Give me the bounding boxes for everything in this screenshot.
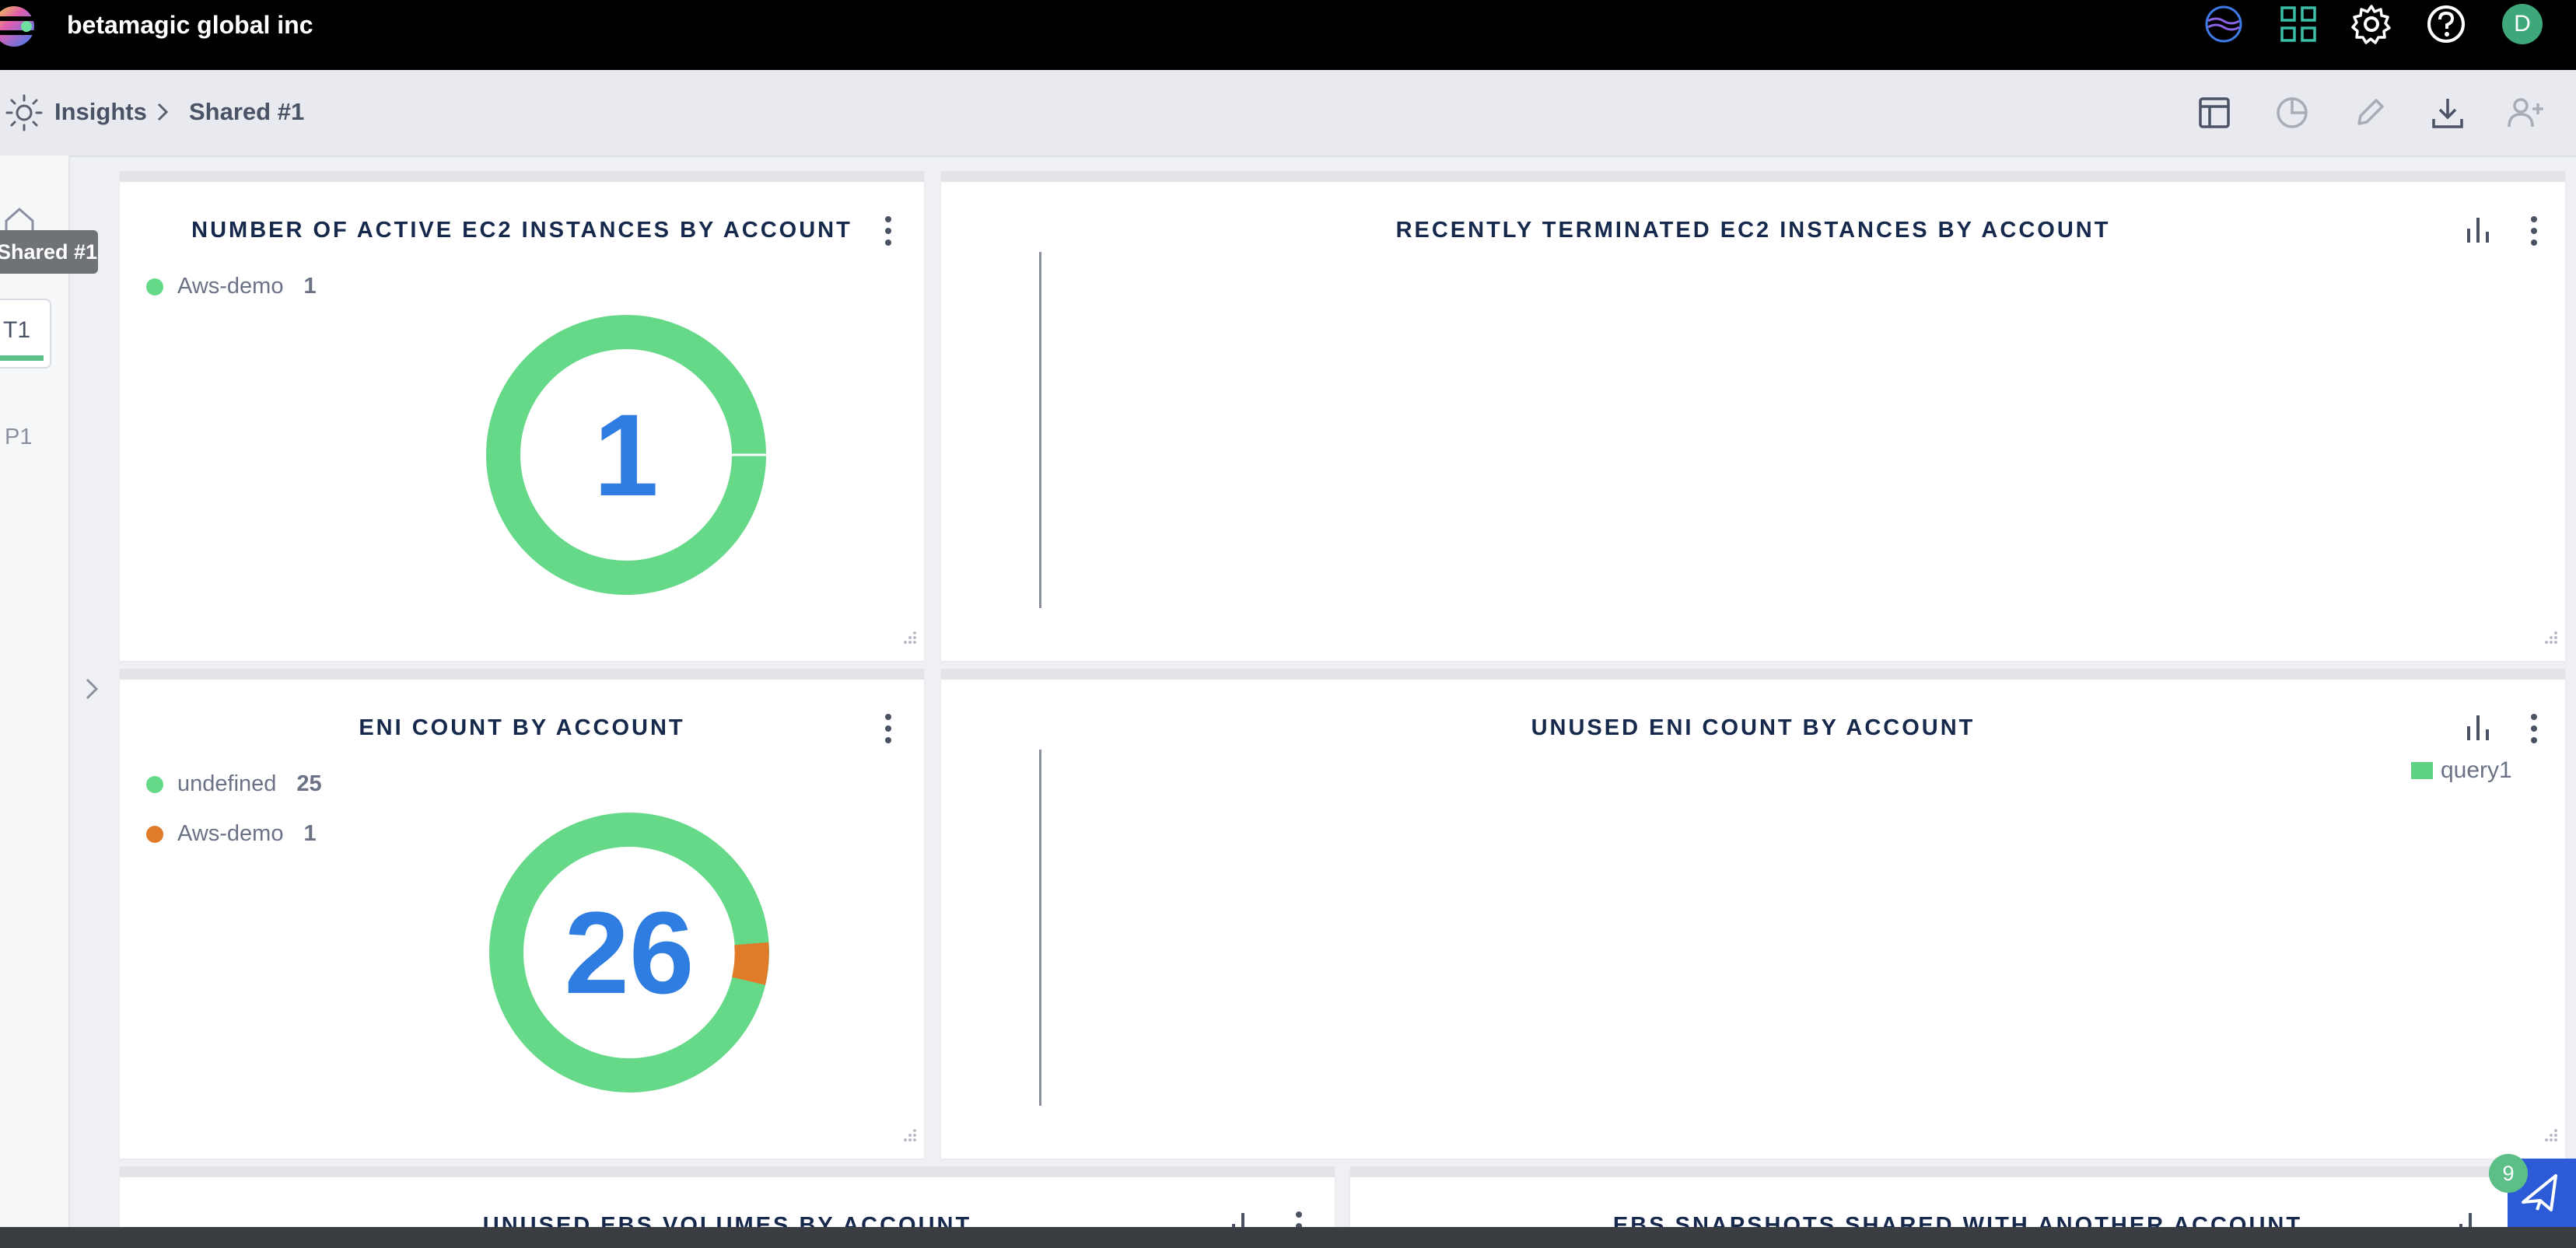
help-icon[interactable]	[2424, 2, 2469, 47]
add-user-icon[interactable]	[2503, 90, 2548, 135]
breadcrumb-current-page: Shared #1	[189, 98, 305, 125]
widget-title: NUMBER OF ACTIVE EC2 INSTANCES BY ACCOUN…	[191, 218, 852, 243]
widget-title: ENI COUNT BY ACCOUNT	[359, 715, 685, 740]
top-navigation-bar: betamagic global inc D	[0, 0, 2576, 70]
legend-color-dot	[146, 278, 163, 295]
more-options-kebab-icon[interactable]	[2525, 211, 2543, 250]
pie-chart-icon[interactable]	[2270, 90, 2315, 135]
user-avatar[interactable]: D	[2500, 2, 2545, 47]
company-logo[interactable]	[0, 4, 45, 49]
legend-color-swatch	[2411, 762, 2433, 779]
notification-count-badge[interactable]: 9	[2489, 1154, 2528, 1193]
chart-y-axis	[1039, 750, 1041, 1106]
layout-icon[interactable]	[2192, 90, 2237, 135]
active-tab-indicator	[0, 355, 44, 361]
download-icon[interactable]	[2425, 90, 2470, 135]
widget-recently-terminated-ec2: RECENTLY TERMINATED EC2 INSTANCES BY ACC…	[941, 171, 2565, 661]
legend-item[interactable]: undefined 25	[146, 771, 322, 797]
widget-active-ec2-instances: NUMBER OF ACTIVE EC2 INSTANCES BY ACCOUN…	[120, 171, 924, 661]
legend-value: 1	[303, 274, 317, 299]
apps-grid-icon[interactable]	[2276, 2, 2321, 47]
chart-y-axis	[1039, 252, 1041, 608]
resize-handle-icon[interactable]	[898, 628, 918, 648]
avatar-initial: D	[2514, 11, 2531, 37]
more-options-kebab-icon[interactable]	[2525, 709, 2543, 748]
legend-label: undefined	[177, 771, 277, 796]
tab-t1-label: T1	[3, 317, 31, 343]
legend-value: 25	[296, 771, 322, 796]
legend-item[interactable]: Aws-demo 1	[146, 274, 317, 299]
globe-icon[interactable]	[2201, 2, 2246, 47]
donut-total-value: 1	[593, 390, 659, 520]
expand-sidebar-chevron-icon[interactable]	[78, 673, 106, 704]
page-header-bar	[0, 70, 2576, 157]
bar-chart-icon[interactable]	[2462, 211, 2494, 247]
more-options-kebab-icon[interactable]	[879, 709, 898, 748]
legend-label: Aws-demo	[177, 274, 284, 299]
resize-handle-icon[interactable]	[2539, 1126, 2559, 1146]
donut-total-value: 26	[564, 887, 695, 1018]
chart-legend-item[interactable]: query1	[2411, 757, 2512, 784]
resize-handle-icon[interactable]	[2539, 628, 2559, 648]
widget-title: RECENTLY TERMINATED EC2 INSTANCES BY ACC…	[1395, 218, 2111, 243]
chevron-right-icon	[157, 103, 169, 121]
bottom-status-strip	[0, 1227, 2576, 1248]
organization-name[interactable]: betamagic global inc	[67, 11, 313, 40]
legend-label: query1	[2441, 757, 2512, 783]
breadcrumb-insights-link[interactable]: Insights	[54, 98, 147, 126]
tab-tooltip: Shared #1	[0, 230, 98, 274]
settings-gear-icon[interactable]	[2349, 2, 2394, 47]
legend-label: Aws-demo	[177, 821, 284, 846]
insights-sun-icon	[5, 94, 43, 131]
bar-chart-icon[interactable]	[2462, 709, 2494, 745]
legend-item[interactable]: Aws-demo 1	[146, 821, 317, 847]
legend-value: 1	[303, 821, 317, 846]
widget-title: UNUSED ENI COUNT BY ACCOUNT	[1531, 715, 1976, 740]
widget-unused-eni-count: UNUSED ENI COUNT BY ACCOUNT query1	[941, 669, 2565, 1159]
legend-color-dot	[146, 775, 163, 793]
edit-pencil-icon[interactable]	[2347, 90, 2392, 135]
legend-color-dot	[146, 825, 163, 843]
resize-handle-icon[interactable]	[898, 1126, 918, 1146]
tab-p1[interactable]: P1	[5, 425, 32, 450]
tab-t1[interactable]: T1	[0, 299, 51, 369]
widget-eni-count: ENI COUNT BY ACCOUNT undefined 25 Aws-de…	[120, 669, 924, 1159]
more-options-kebab-icon[interactable]	[879, 211, 898, 250]
